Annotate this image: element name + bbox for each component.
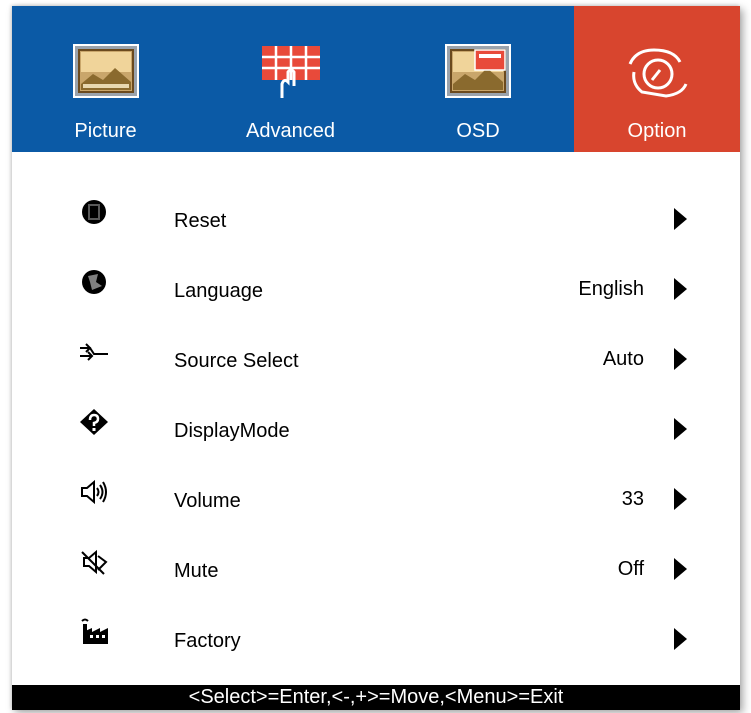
reset-icon bbox=[82, 200, 106, 224]
tab-bar: Picture Advanced OSD Option bbox=[12, 6, 740, 152]
osd-menu-panel: Picture Advanced OSD Option Reset Langua… bbox=[12, 6, 740, 710]
advanced-grid-icon bbox=[261, 46, 320, 98]
volume-value: 33 bbox=[621, 488, 644, 510]
menu-item-factory[interactable]: Factory bbox=[12, 600, 740, 670]
source-select-label: Source Select bbox=[174, 350, 299, 372]
tab-advanced-label: Advanced bbox=[246, 120, 335, 142]
display-mode-arrow-icon[interactable] bbox=[674, 418, 687, 440]
mute-value: Off bbox=[617, 558, 644, 580]
menu-item-volume[interactable]: Volume 33 bbox=[12, 460, 740, 530]
tab-picture[interactable]: Picture bbox=[12, 6, 199, 152]
option-hand-icon bbox=[628, 48, 688, 98]
source-select-arrow-icon[interactable] bbox=[674, 348, 687, 370]
source-select-value: Auto bbox=[602, 348, 644, 370]
tab-option[interactable]: Option bbox=[574, 6, 740, 152]
menu-item-mute[interactable]: Mute Off bbox=[12, 530, 740, 600]
display-mode-label: DisplayMode bbox=[174, 420, 290, 442]
factory-label: Factory bbox=[174, 630, 241, 652]
osd-icon bbox=[445, 44, 511, 98]
mute-arrow-icon[interactable] bbox=[674, 558, 687, 580]
factory-icon bbox=[81, 618, 108, 644]
volume-label: Volume bbox=[174, 490, 241, 512]
language-value: English bbox=[578, 278, 644, 300]
volume-icon bbox=[81, 479, 107, 505]
tab-osd[interactable]: OSD bbox=[382, 6, 574, 152]
menu-item-source-select[interactable]: Source Select Auto bbox=[12, 320, 740, 390]
menu-item-display-mode[interactable]: DisplayMode bbox=[12, 390, 740, 460]
menu-item-reset[interactable]: Reset bbox=[12, 180, 740, 250]
volume-arrow-icon[interactable] bbox=[674, 488, 687, 510]
factory-arrow-icon[interactable] bbox=[674, 628, 687, 650]
picture-icon bbox=[72, 44, 139, 98]
mute-label: Mute bbox=[174, 560, 219, 582]
menu-item-language[interactable]: Language English bbox=[12, 250, 740, 320]
mute-icon bbox=[81, 549, 108, 575]
option-menu-list: Reset Language English Source Select Aut… bbox=[12, 152, 740, 685]
footer-hint-bar: <Select>=Enter,<-,+>=Move,<Menu>=Exit bbox=[12, 685, 740, 710]
source-select-icon bbox=[80, 343, 108, 361]
tab-picture-label: Picture bbox=[74, 120, 137, 142]
tab-advanced[interactable]: Advanced bbox=[199, 6, 382, 152]
language-arrow-icon[interactable] bbox=[674, 278, 687, 300]
tab-osd-label: OSD bbox=[456, 120, 500, 142]
reset-arrow-icon[interactable] bbox=[674, 208, 687, 230]
display-mode-icon bbox=[80, 409, 108, 435]
reset-label: Reset bbox=[174, 210, 227, 232]
tab-option-label: Option bbox=[627, 120, 687, 142]
language-icon bbox=[82, 270, 106, 294]
footer-hint-text: <Select>=Enter,<-,+>=Move,<Menu>=Exit bbox=[188, 686, 564, 708]
language-label: Language bbox=[174, 280, 263, 302]
